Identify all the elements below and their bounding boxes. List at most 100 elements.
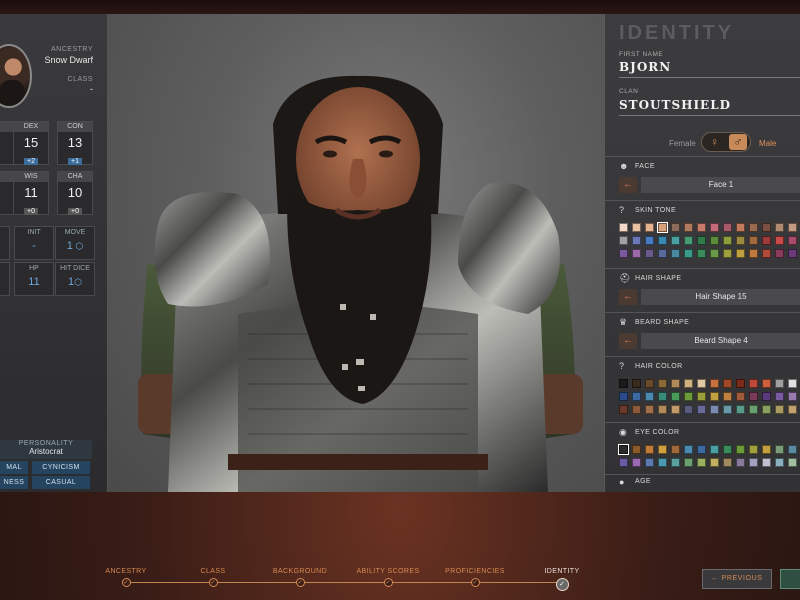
color-swatch[interactable] <box>723 249 732 258</box>
color-swatch[interactable] <box>645 405 654 414</box>
color-swatch[interactable] <box>775 249 784 258</box>
color-swatch[interactable] <box>658 405 667 414</box>
gender-toggle[interactable]: ♀ ♂ <box>701 132 751 152</box>
next-button[interactable] <box>780 569 800 589</box>
color-swatch[interactable] <box>775 405 784 414</box>
color-swatch[interactable] <box>710 458 719 467</box>
color-swatch[interactable] <box>762 458 771 467</box>
color-swatch[interactable] <box>736 445 745 454</box>
color-swatch[interactable] <box>762 236 771 245</box>
color-swatch[interactable] <box>684 392 693 401</box>
color-swatch[interactable] <box>775 379 784 388</box>
color-swatch[interactable] <box>788 392 797 401</box>
color-swatch[interactable] <box>632 405 641 414</box>
color-swatch[interactable] <box>619 223 628 232</box>
color-swatch[interactable] <box>618 444 629 455</box>
color-swatch[interactable] <box>788 223 797 232</box>
color-swatch[interactable] <box>619 405 628 414</box>
arrow-left-icon[interactable]: ← <box>619 289 637 305</box>
color-swatch[interactable] <box>684 249 693 258</box>
color-swatch[interactable] <box>749 236 758 245</box>
arrow-left-icon[interactable]: ← <box>619 177 637 193</box>
color-swatch[interactable] <box>632 458 641 467</box>
color-swatch[interactable] <box>710 405 719 414</box>
color-swatch[interactable] <box>736 405 745 414</box>
color-swatch[interactable] <box>657 222 668 233</box>
color-swatch[interactable] <box>658 249 667 258</box>
color-swatch[interactable] <box>736 249 745 258</box>
color-swatch[interactable] <box>788 249 797 258</box>
color-swatch[interactable] <box>632 445 641 454</box>
color-swatch[interactable] <box>632 236 641 245</box>
color-swatch[interactable] <box>619 236 628 245</box>
color-swatch[interactable] <box>645 236 654 245</box>
color-swatch[interactable] <box>671 236 680 245</box>
step-proficiencies[interactable]: PROFICIENCIES ✓ <box>435 560 515 587</box>
color-swatch[interactable] <box>723 236 732 245</box>
color-swatch[interactable] <box>684 405 693 414</box>
color-swatch[interactable] <box>736 392 745 401</box>
step-ancestry[interactable]: ANCESTRY ✓ <box>86 560 166 587</box>
color-swatch[interactable] <box>736 379 745 388</box>
color-swatch[interactable] <box>632 223 641 232</box>
color-swatch[interactable] <box>775 236 784 245</box>
color-swatch[interactable] <box>671 445 680 454</box>
color-swatch[interactable] <box>788 458 797 467</box>
first-name-field[interactable]: BJORN <box>619 60 671 74</box>
color-swatch[interactable] <box>762 249 771 258</box>
color-swatch[interactable] <box>697 445 706 454</box>
previous-button[interactable]: ← PREVIOUS <box>702 569 772 589</box>
color-swatch[interactable] <box>736 458 745 467</box>
arrow-left-icon[interactable]: ← <box>619 333 637 349</box>
color-swatch[interactable] <box>645 223 654 232</box>
color-swatch[interactable] <box>749 405 758 414</box>
color-swatch[interactable] <box>710 392 719 401</box>
color-swatch[interactable] <box>762 223 771 232</box>
color-swatch[interactable] <box>762 405 771 414</box>
color-swatch[interactable] <box>619 392 628 401</box>
color-swatch[interactable] <box>697 223 706 232</box>
color-swatch[interactable] <box>645 392 654 401</box>
color-swatch[interactable] <box>684 379 693 388</box>
color-swatch[interactable] <box>658 392 667 401</box>
character-3d-viewport[interactable] <box>108 14 604 492</box>
color-swatch[interactable] <box>632 392 641 401</box>
color-swatch[interactable] <box>723 405 732 414</box>
color-swatch[interactable] <box>684 445 693 454</box>
color-swatch[interactable] <box>658 458 667 467</box>
color-swatch[interactable] <box>762 379 771 388</box>
color-swatch[interactable] <box>788 445 797 454</box>
color-swatch[interactable] <box>671 405 680 414</box>
color-swatch[interactable] <box>788 405 797 414</box>
trait-cynicism[interactable]: CYNICISM <box>32 461 90 474</box>
step-ability-scores[interactable]: ABILITY SCORES ✓ <box>348 560 428 587</box>
color-swatch[interactable] <box>658 236 667 245</box>
step-identity[interactable]: IDENTITY ✓ <box>522 560 602 591</box>
step-background[interactable]: BACKGROUND ✓ <box>260 560 340 587</box>
color-swatch[interactable] <box>697 405 706 414</box>
color-swatch[interactable] <box>684 236 693 245</box>
clan-field[interactable]: STOUTSHIELD <box>619 98 731 112</box>
color-swatch[interactable] <box>645 445 654 454</box>
color-swatch[interactable] <box>723 392 732 401</box>
color-swatch[interactable] <box>723 223 732 232</box>
color-swatch[interactable] <box>775 458 784 467</box>
color-swatch[interactable] <box>788 379 797 388</box>
color-swatch[interactable] <box>749 445 758 454</box>
color-swatch[interactable] <box>749 379 758 388</box>
color-swatch[interactable] <box>710 249 719 258</box>
color-swatch[interactable] <box>749 392 758 401</box>
color-swatch[interactable] <box>619 458 628 467</box>
color-swatch[interactable] <box>632 249 641 258</box>
color-swatch[interactable] <box>723 379 732 388</box>
color-swatch[interactable] <box>697 236 706 245</box>
color-swatch[interactable] <box>684 458 693 467</box>
color-swatch[interactable] <box>775 223 784 232</box>
color-swatch[interactable] <box>619 249 628 258</box>
color-swatch[interactable] <box>671 249 680 258</box>
color-swatch[interactable] <box>710 445 719 454</box>
color-swatch[interactable] <box>697 458 706 467</box>
color-swatch[interactable] <box>697 392 706 401</box>
color-swatch[interactable] <box>645 458 654 467</box>
color-swatch[interactable] <box>749 249 758 258</box>
